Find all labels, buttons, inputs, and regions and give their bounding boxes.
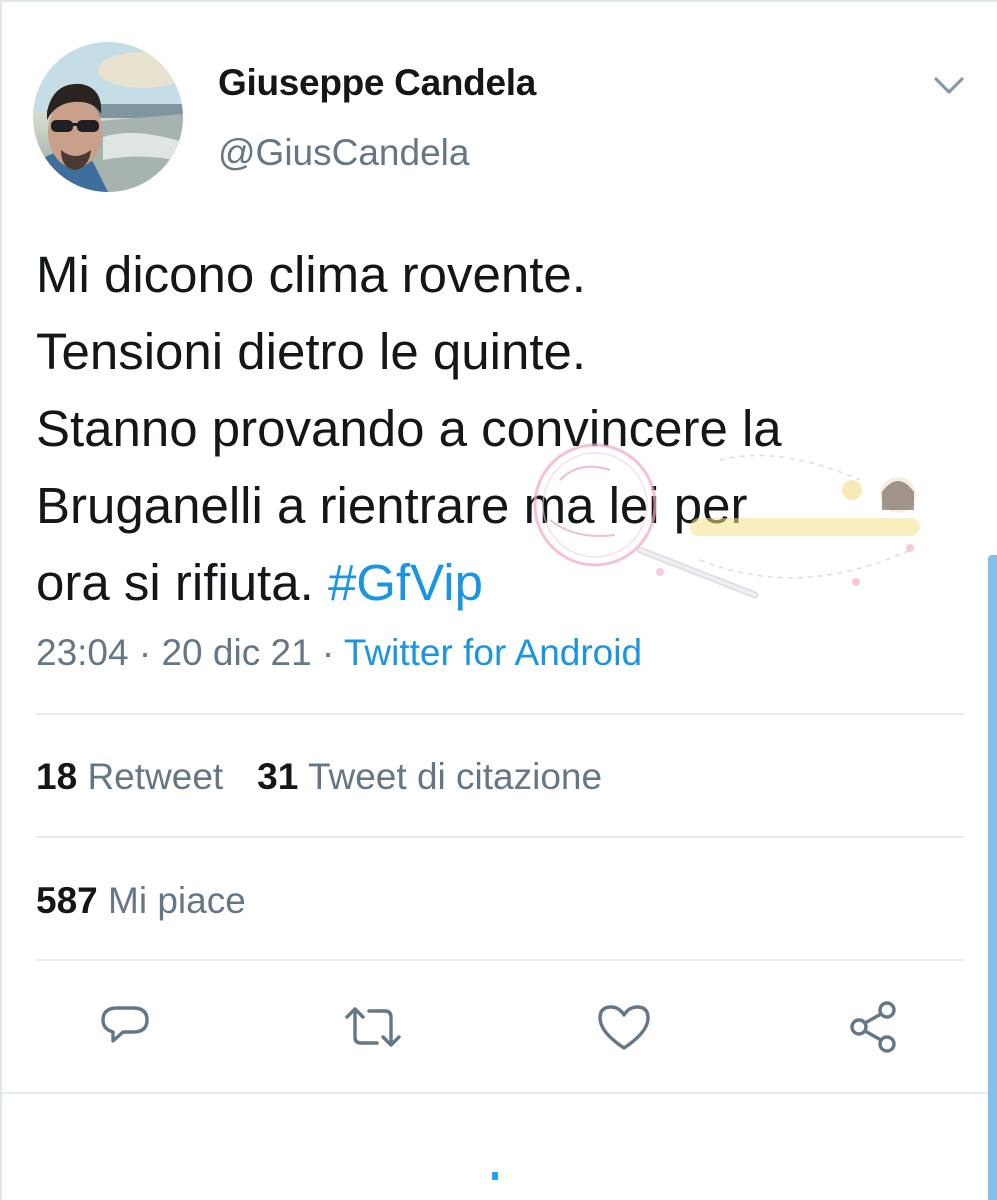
tweet-meta: 23:04 · 20 dic 21 · Twitter for Android	[36, 632, 642, 674]
tweet-source-link[interactable]: Twitter for Android	[344, 632, 642, 673]
reply-button[interactable]	[93, 995, 157, 1059]
meta-separator: ·	[128, 632, 162, 673]
tweet-bottom-border	[2, 1092, 988, 1094]
likes-stat[interactable]: 587 Mi piace	[36, 880, 246, 921]
share-icon	[850, 1001, 896, 1053]
tweet-text-line: Mi dicono clima rovente.	[36, 246, 586, 303]
quotes-count: 31	[257, 756, 299, 797]
quotes-stat[interactable]: 31 Tweet di citazione	[257, 756, 602, 797]
tweet-time[interactable]: 23:04	[36, 632, 129, 673]
tweet-text-line: Tensioni dietro le quinte.	[36, 323, 587, 380]
loading-indicator	[492, 1172, 498, 1180]
meta-separator: ·	[311, 632, 344, 673]
author-name[interactable]: Giuseppe Candela	[218, 62, 536, 104]
tweet-text-line: Bruganelli a rientrare ma lei per	[36, 477, 748, 534]
tweet-date[interactable]: 20 dic 21	[161, 632, 311, 673]
tweet-text-fragment: ora si rifiuta.	[36, 554, 328, 611]
divider	[36, 713, 964, 715]
retweet-icon	[345, 1007, 401, 1047]
reply-icon	[101, 1006, 149, 1043]
avatar-photo	[33, 42, 183, 192]
quotes-label: Tweet di citazione	[307, 756, 603, 797]
retweets-stat[interactable]: 18 Retweet	[36, 756, 223, 797]
likes-row: 587 Mi piace	[36, 880, 246, 922]
engagement-row: 18 Retweet 31 Tweet di citazione	[36, 756, 602, 798]
tweet-action-bar	[0, 995, 997, 1059]
retweet-button[interactable]	[341, 995, 405, 1059]
author-avatar[interactable]	[33, 42, 183, 192]
tweet-menu-button[interactable]	[932, 68, 966, 102]
tweet-text-line: ora si rifiuta. #GfVip	[36, 544, 966, 621]
likes-count: 587	[36, 880, 98, 921]
scrollbar[interactable]	[988, 555, 997, 1200]
author-handle[interactable]: @GiusCandela	[218, 132, 469, 174]
divider	[36, 959, 964, 961]
divider	[36, 836, 964, 838]
heart-icon	[598, 1005, 650, 1050]
tweet-text: Mi dicono clima rovente. Tensioni dietro…	[36, 236, 966, 621]
chevron-down-icon	[934, 77, 964, 94]
like-button[interactable]	[592, 995, 656, 1059]
likes-label: Mi piace	[108, 880, 246, 921]
retweets-label: Retweet	[87, 756, 224, 797]
retweets-count: 18	[36, 756, 78, 797]
hashtag-link[interactable]: #GfVip	[328, 554, 483, 611]
tweet-text-line: Stanno provando a convincere la	[36, 400, 782, 457]
share-button[interactable]	[841, 995, 905, 1059]
